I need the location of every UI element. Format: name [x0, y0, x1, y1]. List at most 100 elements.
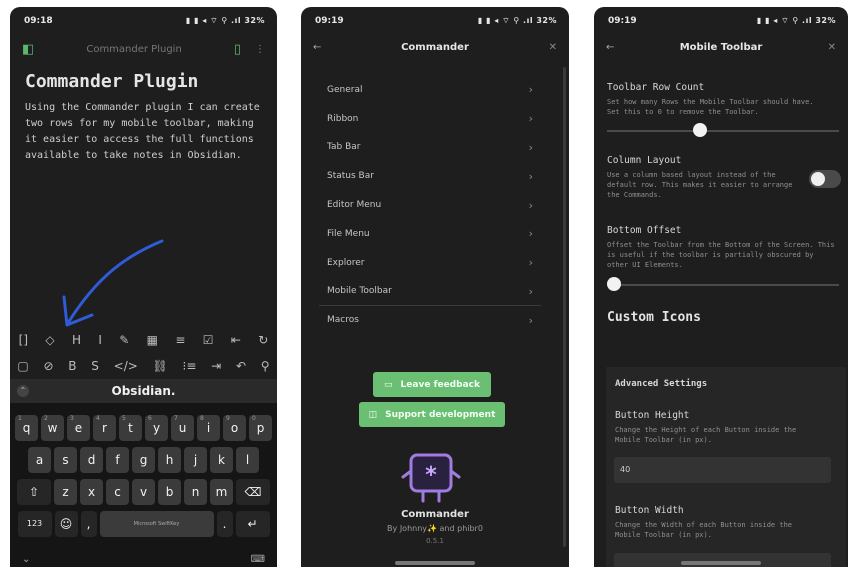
key-m[interactable]: m — [210, 479, 233, 505]
toolbar-button-icon[interactable]: ⇤ — [231, 333, 241, 347]
key-a[interactable]: a — [28, 447, 51, 473]
backspace-key[interactable]: ⌫ — [236, 479, 270, 505]
key-r[interactable]: 4r — [93, 415, 116, 441]
toolbar-button-icon[interactable]: I — [98, 333, 102, 347]
close-icon[interactable]: ✕ — [828, 42, 836, 53]
toolbar-button-icon[interactable]: ✎ — [119, 333, 129, 347]
suggestion-word[interactable]: Obsidian. — [112, 384, 176, 398]
key-alt-label: 9 — [226, 415, 230, 422]
status-battery: ▮ ▮ ◂ ⌔ ⚲ .ıl 32% — [185, 16, 265, 25]
toggle-knob — [811, 172, 825, 186]
key-n[interactable]: n — [184, 479, 207, 505]
keyboard-switch-icon[interactable]: ⌨ — [251, 554, 265, 565]
toolbar-button-icon[interactable]: ↶ — [236, 359, 246, 373]
shift-key[interactable]: ⇧ — [17, 479, 51, 505]
menu-item-general[interactable]: General › — [319, 76, 541, 105]
key-g[interactable]: g — [132, 447, 155, 473]
key-y[interactable]: 6y — [145, 415, 168, 441]
bottom-offset-slider-thumb[interactable] — [607, 277, 621, 291]
menu-item-explorer[interactable]: Explorer › — [319, 249, 541, 278]
toolbar-button-icon[interactable]: ▦ — [147, 333, 158, 347]
button-width-title: Button Width — [615, 505, 684, 516]
key-i[interactable]: 8i — [197, 415, 220, 441]
menu-item-mobile-toolbar[interactable]: Mobile Toolbar › — [319, 278, 541, 307]
back-arrow-icon[interactable]: ← — [606, 42, 614, 53]
menu-item-tab-bar[interactable]: Tab Bar › — [319, 134, 541, 163]
key-p[interactable]: 0p — [249, 415, 272, 441]
key-b[interactable]: b — [158, 479, 181, 505]
button-height-desc: Change the Height of each Button inside … — [615, 426, 797, 444]
key-label: o — [230, 421, 239, 435]
key-v[interactable]: v — [132, 479, 155, 505]
key-u[interactable]: 7u — [171, 415, 194, 441]
toolbar-button-icon[interactable]: ≡ — [175, 333, 185, 347]
key-j[interactable]: j — [184, 447, 207, 473]
key-c[interactable]: c — [106, 479, 129, 505]
modal-title: Commander — [401, 41, 469, 53]
menu-item-ribbon[interactable]: Ribbon › — [319, 105, 541, 134]
support-development-button[interactable]: ◫ Support development — [359, 402, 505, 427]
key-z[interactable]: z — [54, 479, 77, 505]
numbers-key[interactable]: 123 — [17, 511, 52, 537]
coffee-icon: ◫ — [368, 409, 378, 420]
key-f[interactable]: f — [106, 447, 129, 473]
scrollbar[interactable] — [563, 67, 566, 547]
key-x[interactable]: x — [80, 479, 103, 505]
hide-keyboard-icon[interactable]: ⌄ — [22, 554, 30, 565]
key-d[interactable]: d — [80, 447, 103, 473]
reading-mode-icon[interactable]: ▯ — [234, 42, 241, 57]
key-o[interactable]: 9o — [223, 415, 246, 441]
more-options-icon[interactable]: ⋮ — [255, 44, 265, 55]
arrow-annotation-icon — [62, 239, 164, 327]
bottom-offset-title: Bottom Offset — [607, 225, 682, 236]
menu-item-editor-menu[interactable]: Editor Menu › — [319, 191, 541, 220]
phone-screen-mobile-toolbar: 09:19 ▮ ▮ ◂ ⌔ ⚲ .ıl 32% ← Mobile Toolbar… — [594, 7, 848, 567]
row-count-slider-thumb[interactable] — [692, 123, 707, 137]
toolbar-button-icon[interactable]: ⚲ — [261, 359, 270, 373]
key-alt-label: 3 — [70, 415, 74, 422]
toolbar-button-icon[interactable]: ⇥ — [211, 359, 221, 373]
toolbar-button-icon[interactable]: ⛓ — [153, 359, 168, 373]
key-alt-label: 1 — [18, 415, 22, 422]
toolbar-button-icon[interactable]: </> — [114, 359, 138, 373]
toolbar-button-icon[interactable]: ⁝≡ — [183, 359, 197, 373]
key-q[interactable]: 1q — [15, 415, 38, 441]
space-key[interactable]: Microsoft SwiftKey — [99, 511, 214, 537]
emoji-key[interactable]: ☺ — [54, 511, 78, 537]
row-count-slider[interactable] — [607, 130, 839, 132]
back-arrow-icon[interactable]: ← — [313, 42, 321, 53]
bottom-offset-slider[interactable] — [607, 284, 839, 286]
row-count-desc: Set how many Rows the Mobile Toolbar sho… — [607, 98, 814, 116]
key-h[interactable]: h — [158, 447, 181, 473]
key-k[interactable]: k — [210, 447, 233, 473]
expand-icon[interactable]: ⌃ — [17, 385, 29, 397]
toolbar-button-icon[interactable]: B — [68, 359, 76, 373]
toolbar-button-icon[interactable]: [] — [19, 333, 28, 347]
key-l[interactable]: l — [236, 447, 259, 473]
menu-item-status-bar[interactable]: Status Bar › — [319, 162, 541, 191]
sidebar-toggle-icon[interactable]: ◧ — [22, 42, 34, 57]
leave-feedback-button[interactable]: ▭ Leave feedback — [373, 372, 491, 397]
toolbar-button-icon[interactable]: ↻ — [258, 333, 268, 347]
column-layout-title: Column Layout — [607, 155, 682, 166]
comma-key[interactable]: , — [80, 511, 97, 537]
key-e[interactable]: 3e — [67, 415, 90, 441]
toolbar-button-icon[interactable]: H — [72, 333, 81, 347]
toolbar-button-icon[interactable]: ▢ — [17, 359, 28, 373]
key-t[interactable]: 5t — [119, 415, 142, 441]
close-icon[interactable]: ✕ — [549, 42, 557, 53]
key-w[interactable]: 2w — [41, 415, 64, 441]
toolbar-button-icon[interactable]: ☑ — [203, 333, 214, 347]
key-label: w — [47, 421, 58, 435]
toolbar-button-icon[interactable]: ◇ — [45, 333, 54, 347]
enter-key[interactable]: ↵ — [235, 511, 270, 537]
toolbar-button-icon[interactable]: ⊘ — [43, 359, 53, 373]
menu-item-macros[interactable]: Macros › — [319, 306, 541, 335]
menu-item-file-menu[interactable]: File Menu › — [319, 220, 541, 249]
button-height-input[interactable]: 40 — [614, 457, 831, 483]
key-s[interactable]: s — [54, 447, 77, 473]
period-key[interactable]: . — [216, 511, 233, 537]
toolbar-button-icon[interactable]: S — [91, 359, 99, 373]
note-body[interactable]: Using the Commander plugin I can create … — [10, 92, 277, 164]
column-layout-toggle[interactable] — [809, 170, 841, 188]
